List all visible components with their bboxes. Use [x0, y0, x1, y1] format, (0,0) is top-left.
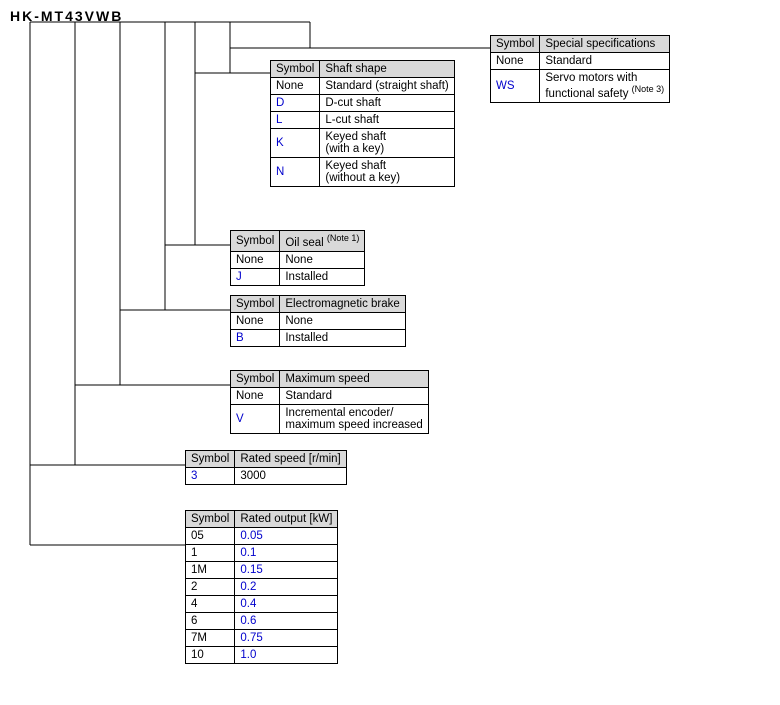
brake-b-desc: Installed [280, 330, 405, 347]
ratedspeed-3-symbol: 3 [186, 468, 235, 485]
ratedoutput-1m-symbol: 1M [186, 562, 235, 579]
ratedspeed-desc-header: Rated speed [r/min] [235, 451, 346, 468]
ratedoutput-2-desc: 0.2 [235, 579, 338, 596]
maxspeed-none-symbol: None [231, 388, 280, 405]
ratedoutput-symbol-header: Symbol [186, 511, 235, 528]
ratedoutput-10-desc: 1.0 [235, 647, 338, 664]
ratedspeed-3-desc: 3000 [235, 468, 346, 485]
special-symbol-header: Symbol [491, 36, 540, 53]
ratedoutput-2-symbol: 2 [186, 579, 235, 596]
ratedoutput-7m-desc: 0.75 [235, 630, 338, 647]
maxspeed-none-desc: Standard [280, 388, 428, 405]
ratedoutput-desc-header: Rated output [kW] [235, 511, 338, 528]
ratedoutput-6-symbol: 6 [186, 613, 235, 630]
special-none-desc: Standard [540, 53, 670, 70]
oilseal-j-symbol: J [231, 268, 280, 285]
ratedspeed-symbol-header: Symbol [186, 451, 235, 468]
brake-symbol-header: Symbol [231, 296, 280, 313]
shaft-d-desc: D-cut shaft [320, 95, 454, 112]
brake-desc-header: Electromagnetic brake [280, 296, 405, 313]
ratedoutput-6-desc: 0.6 [235, 613, 338, 630]
special-none-symbol: None [491, 53, 540, 70]
shaft-n-desc: Keyed shaft(without a key) [320, 158, 454, 187]
shaft-l-symbol: L [271, 112, 320, 129]
oilseal-j-desc: Installed [280, 268, 365, 285]
ratedoutput-4-symbol: 4 [186, 596, 235, 613]
ratedoutput-1-desc: 0.1 [235, 545, 338, 562]
maxspeed-v-desc: Incremental encoder/maximum speed increa… [280, 405, 428, 434]
ratedoutput-1-symbol: 1 [186, 545, 235, 562]
special-ws-desc: Servo motors withfunctional safety (Note… [540, 70, 670, 103]
rated-output-table: Symbol Rated output [kW] 05 0.05 1 0.1 1… [185, 510, 338, 664]
special-specs-table: Symbol Special specifications None Stand… [490, 35, 670, 103]
ratedoutput-4-desc: 0.4 [235, 596, 338, 613]
ratedoutput-10-symbol: 10 [186, 647, 235, 664]
shaft-desc-header: Shaft shape [320, 61, 454, 78]
max-speed-table: Symbol Maximum speed None Standard V Inc… [230, 370, 429, 434]
ratedoutput-05-symbol: 05 [186, 528, 235, 545]
oilseal-desc-header: Oil seal (Note 1) [280, 231, 365, 252]
ratedoutput-7m-symbol: 7M [186, 630, 235, 647]
brake-table: Symbol Electromagnetic brake None None B… [230, 295, 406, 347]
brake-b-symbol: B [231, 330, 280, 347]
shaft-n-symbol: N [271, 158, 320, 187]
brake-none-symbol: None [231, 313, 280, 330]
page-title: HK-MT43VWB [10, 8, 123, 24]
main-container: HK-MT43VWB [0, 0, 780, 705]
maxspeed-symbol-header: Symbol [231, 371, 280, 388]
special-desc-header: Special specifications [540, 36, 670, 53]
shaft-none-symbol: None [271, 78, 320, 95]
ratedoutput-05-desc: 0.05 [235, 528, 338, 545]
shaft-d-symbol: D [271, 95, 320, 112]
oil-seal-table: Symbol Oil seal (Note 1) None None J Ins… [230, 230, 365, 286]
shaft-l-desc: L-cut shaft [320, 112, 454, 129]
special-ws-symbol: WS [491, 70, 540, 103]
oilseal-symbol-header: Symbol [231, 231, 280, 252]
oilseal-none-desc: None [280, 251, 365, 268]
shaft-k-desc: Keyed shaft(with a key) [320, 129, 454, 158]
shaft-shape-table: Symbol Shaft shape None Standard (straig… [270, 60, 455, 187]
shaft-k-symbol: K [271, 129, 320, 158]
brake-none-desc: None [280, 313, 405, 330]
oilseal-none-symbol: None [231, 251, 280, 268]
maxspeed-desc-header: Maximum speed [280, 371, 428, 388]
shaft-none-desc: Standard (straight shaft) [320, 78, 454, 95]
ratedoutput-1m-desc: 0.15 [235, 562, 338, 579]
shaft-symbol-header: Symbol [271, 61, 320, 78]
maxspeed-v-symbol: V [231, 405, 280, 434]
rated-speed-table: Symbol Rated speed [r/min] 3 3000 [185, 450, 347, 485]
